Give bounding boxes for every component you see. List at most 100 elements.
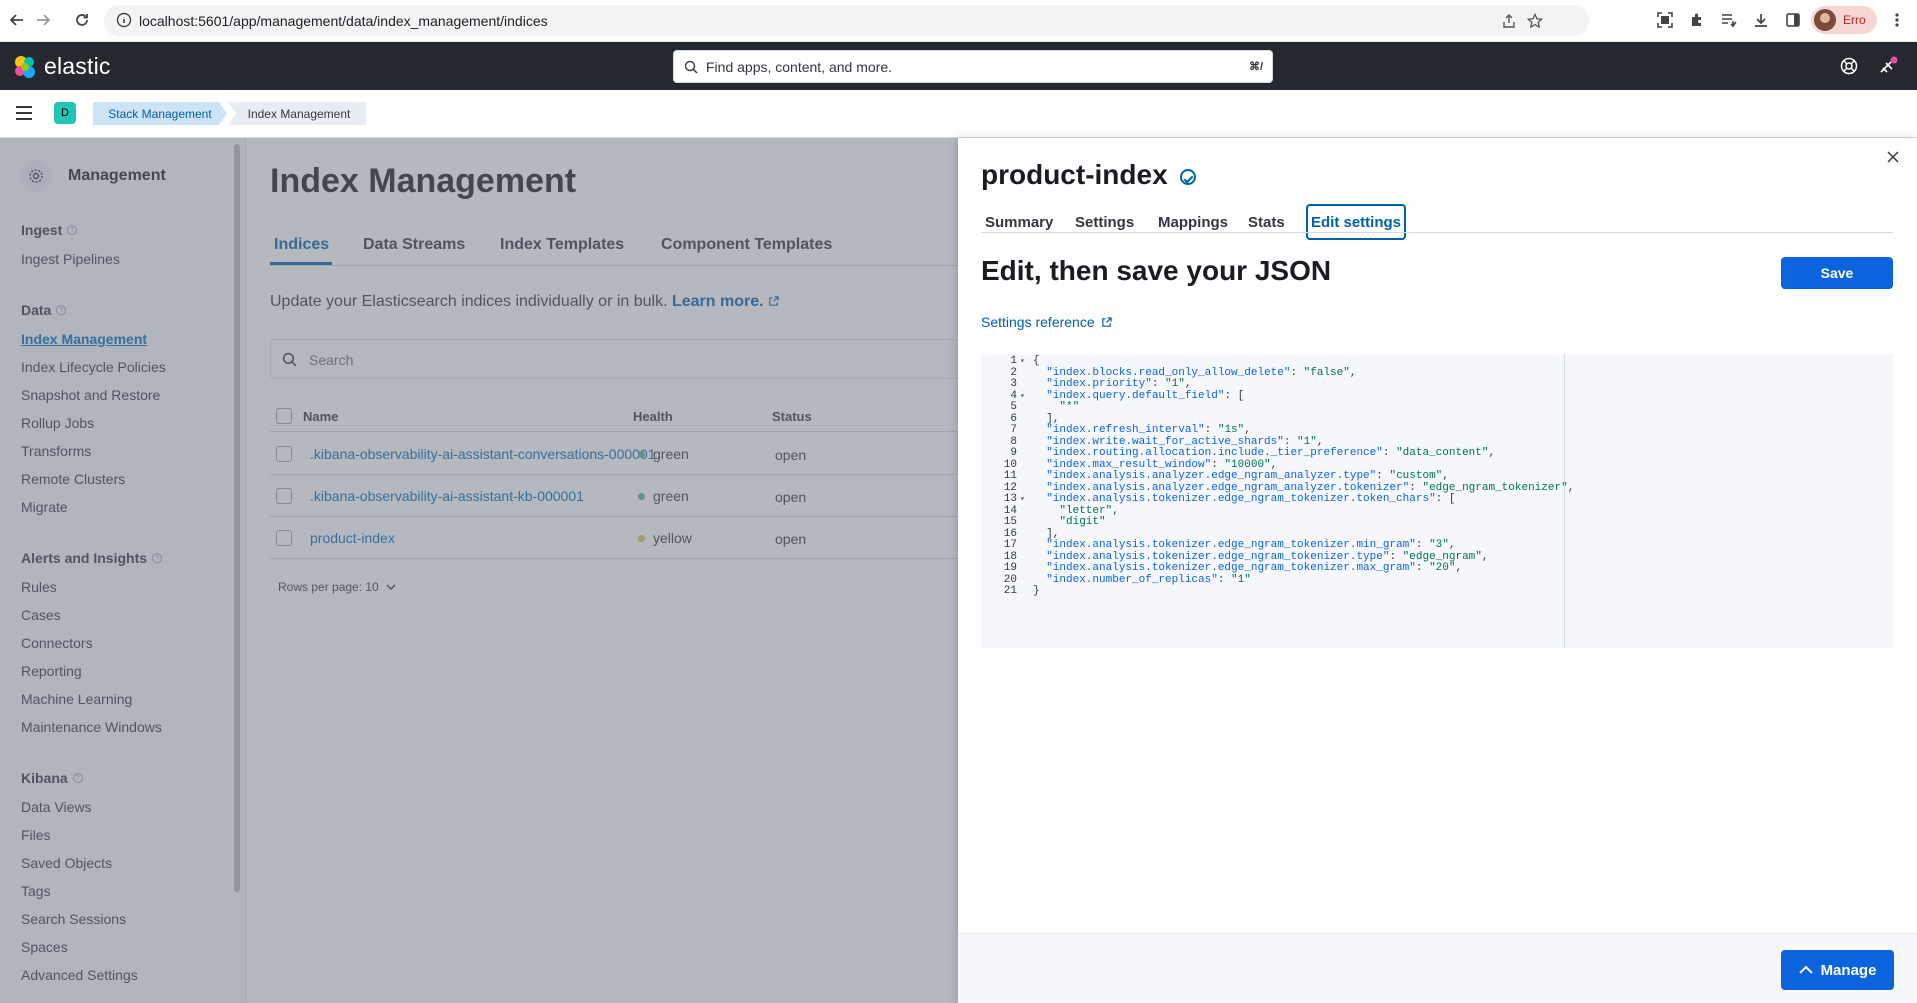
- row-checkbox[interactable]: [276, 488, 292, 504]
- code-line: "index.analysis.analyzer.edge_ngram_anal…: [1046, 470, 1449, 482]
- sidebar-header: Management: [20, 160, 166, 192]
- line-number: 13: [1003, 493, 1017, 505]
- sidebar-item-index-management[interactable]: Index Management: [21, 331, 147, 347]
- sidebar-scrollbar[interactable]: [234, 144, 240, 892]
- download-icon[interactable]: [1750, 9, 1772, 31]
- column-status[interactable]: Status: [772, 409, 812, 424]
- select-all-checkbox[interactable]: [276, 408, 292, 424]
- tabs-divider: [270, 265, 958, 266]
- learn-more-link[interactable]: Learn more.: [672, 293, 764, 310]
- settings-reference-link[interactable]: Settings reference: [981, 314, 1112, 330]
- tab-stats[interactable]: Stats: [1245, 204, 1288, 240]
- tab-component-templates[interactable]: Component Templates: [661, 236, 832, 254]
- sidebar-item-search-sessions[interactable]: Search Sessions: [21, 911, 126, 927]
- menu-icon[interactable]: [15, 106, 33, 120]
- share-icon[interactable]: [1500, 12, 1518, 30]
- tab-index-templates[interactable]: Index Templates: [500, 236, 624, 254]
- close-icon[interactable]: [1887, 151, 1899, 163]
- fold-toggle-icon[interactable]: ▾: [1020, 494, 1025, 504]
- browser-menu-icon[interactable]: [1886, 9, 1908, 31]
- forward-icon[interactable]: [32, 9, 54, 31]
- help-icon[interactable]: [1839, 56, 1859, 76]
- sidebar-item-files[interactable]: Files: [21, 827, 51, 843]
- rows-per-page-button[interactable]: Rows per page: 10: [278, 580, 396, 594]
- tab-summary[interactable]: Summary: [982, 204, 1056, 240]
- info-icon: ?: [56, 305, 67, 315]
- code-line: ],: [1033, 527, 1060, 540]
- line-gutter: 1 ▾ 2 3 4 ▾ 5 6 7 8 9 10 11 12 13 ▾ 14 15 16 17 18 19 20 21: [981, 354, 1033, 648]
- elastic-logo[interactable]: elastic: [12, 53, 111, 80]
- fold-toggle-icon[interactable]: ▾: [1020, 356, 1025, 366]
- sidebar-item-cases[interactable]: Cases: [21, 607, 61, 623]
- sidebar-item-ingest-pipelines[interactable]: Ingest Pipelines: [21, 251, 120, 267]
- global-search[interactable]: ⌘/: [673, 50, 1273, 83]
- index-name-link[interactable]: product-index: [310, 530, 395, 546]
- sidebar-item-maintenance-windows[interactable]: Maintenance Windows: [21, 719, 162, 735]
- side-panel-icon[interactable]: [1782, 9, 1804, 31]
- avatar: [1814, 9, 1836, 31]
- sidebar-item-spaces[interactable]: Spaces: [21, 939, 68, 955]
- sidebar-item-migrate[interactable]: Migrate: [21, 499, 68, 515]
- sidebar-item-remote-clusters[interactable]: Remote Clusters: [21, 471, 125, 487]
- line-number: 4: [1010, 389, 1017, 402]
- status-text: open: [775, 531, 807, 547]
- sidebar-item-advanced-settings[interactable]: Advanced Settings: [21, 967, 138, 983]
- status-text: open: [775, 447, 807, 463]
- reload-icon[interactable]: [71, 9, 93, 31]
- sidebar-item-reporting[interactable]: Reporting: [21, 663, 82, 679]
- sidebar-item-snapshot-restore[interactable]: Snapshot and Restore: [21, 387, 160, 403]
- news-feed-icon[interactable]: [1877, 56, 1898, 76]
- indices-search-input[interactable]: [309, 349, 809, 371]
- space-avatar[interactable]: D: [54, 102, 76, 124]
- line-number: 9: [1010, 447, 1017, 459]
- code-line: "index.routing.allocation.include._tier_…: [1046, 447, 1496, 459]
- site-info-icon[interactable]: [116, 12, 132, 28]
- line-number: 11: [1003, 470, 1017, 482]
- row-checkbox[interactable]: [276, 530, 292, 546]
- sidebar-item-saved-objects[interactable]: Saved Objects: [21, 855, 112, 871]
- code-line: "index.priority": "1",: [1046, 378, 1192, 390]
- indices-search[interactable]: [270, 339, 958, 379]
- sidebar-title: Management: [68, 167, 166, 184]
- chevron-up-icon: [1798, 965, 1813, 974]
- sidebar-item-rollup-jobs[interactable]: Rollup Jobs: [21, 415, 94, 431]
- sidebar-item-transforms[interactable]: Transforms: [21, 443, 91, 459]
- tab-settings[interactable]: Settings: [1072, 204, 1137, 240]
- flyout-footer: Manage: [958, 933, 1917, 1003]
- line-number: 5: [1010, 401, 1017, 413]
- column-name[interactable]: Name: [303, 409, 338, 424]
- global-search-input[interactable]: [706, 55, 1226, 79]
- bookmark-star-icon[interactable]: [1526, 12, 1544, 30]
- sidebar-item-rules[interactable]: Rules: [21, 579, 57, 595]
- address-bar[interactable]: localhost:5601/app/management/data/index…: [104, 5, 1589, 36]
- sidebar-item-index-lifecycle-policies[interactable]: Index Lifecycle Policies: [21, 359, 166, 375]
- extensions-icon[interactable]: [1686, 9, 1708, 31]
- back-icon[interactable]: [6, 9, 28, 31]
- flyout-title: product-index: [981, 159, 1196, 191]
- tab-edit-settings[interactable]: Edit settings: [1306, 204, 1407, 240]
- tab-indices[interactable]: Indices: [274, 236, 329, 254]
- fold-toggle-icon[interactable]: ▾: [1020, 391, 1025, 401]
- index-details-flyout: product-index Summary Settings Mappings …: [958, 138, 1917, 1003]
- index-name-link[interactable]: .kibana-observability-ai-assistant-kb-00…: [310, 488, 584, 504]
- screenshot-icon[interactable]: [1654, 9, 1676, 31]
- save-button[interactable]: Save: [1781, 257, 1893, 289]
- column-health[interactable]: Health: [633, 409, 673, 424]
- reading-list-icon[interactable]: [1718, 9, 1740, 31]
- json-editor[interactable]: 1 ▾ 2 3 4 ▾ 5 6 7 8 9 10 11 12 13 ▾ 14 15 16 17 18 19 20 21 { "…: [981, 354, 1893, 648]
- row-checkbox[interactable]: [276, 446, 292, 462]
- tab-data-streams[interactable]: Data Streams: [363, 236, 465, 254]
- sidebar-item-connectors[interactable]: Connectors: [21, 635, 93, 651]
- page-description: Update your Elasticsearch indices indivi…: [270, 293, 779, 311]
- info-icon: ?: [67, 225, 78, 235]
- index-name-link[interactable]: .kibana-observability-ai-assistant-conve…: [310, 446, 656, 462]
- sidebar-item-data-views[interactable]: Data Views: [21, 799, 92, 815]
- tab-mappings[interactable]: Mappings: [1155, 204, 1231, 240]
- profile-chip[interactable]: Erro: [1811, 6, 1877, 34]
- sidebar-item-tags[interactable]: Tags: [21, 883, 51, 899]
- code-line: "index.query.default_field": [: [1046, 389, 1245, 402]
- code-line: {: [1033, 355, 1040, 367]
- sidebar-item-machine-learning[interactable]: Machine Learning: [21, 691, 132, 707]
- breadcrumb-stack-management[interactable]: Stack Management: [93, 102, 227, 125]
- manage-button[interactable]: Manage: [1781, 950, 1894, 990]
